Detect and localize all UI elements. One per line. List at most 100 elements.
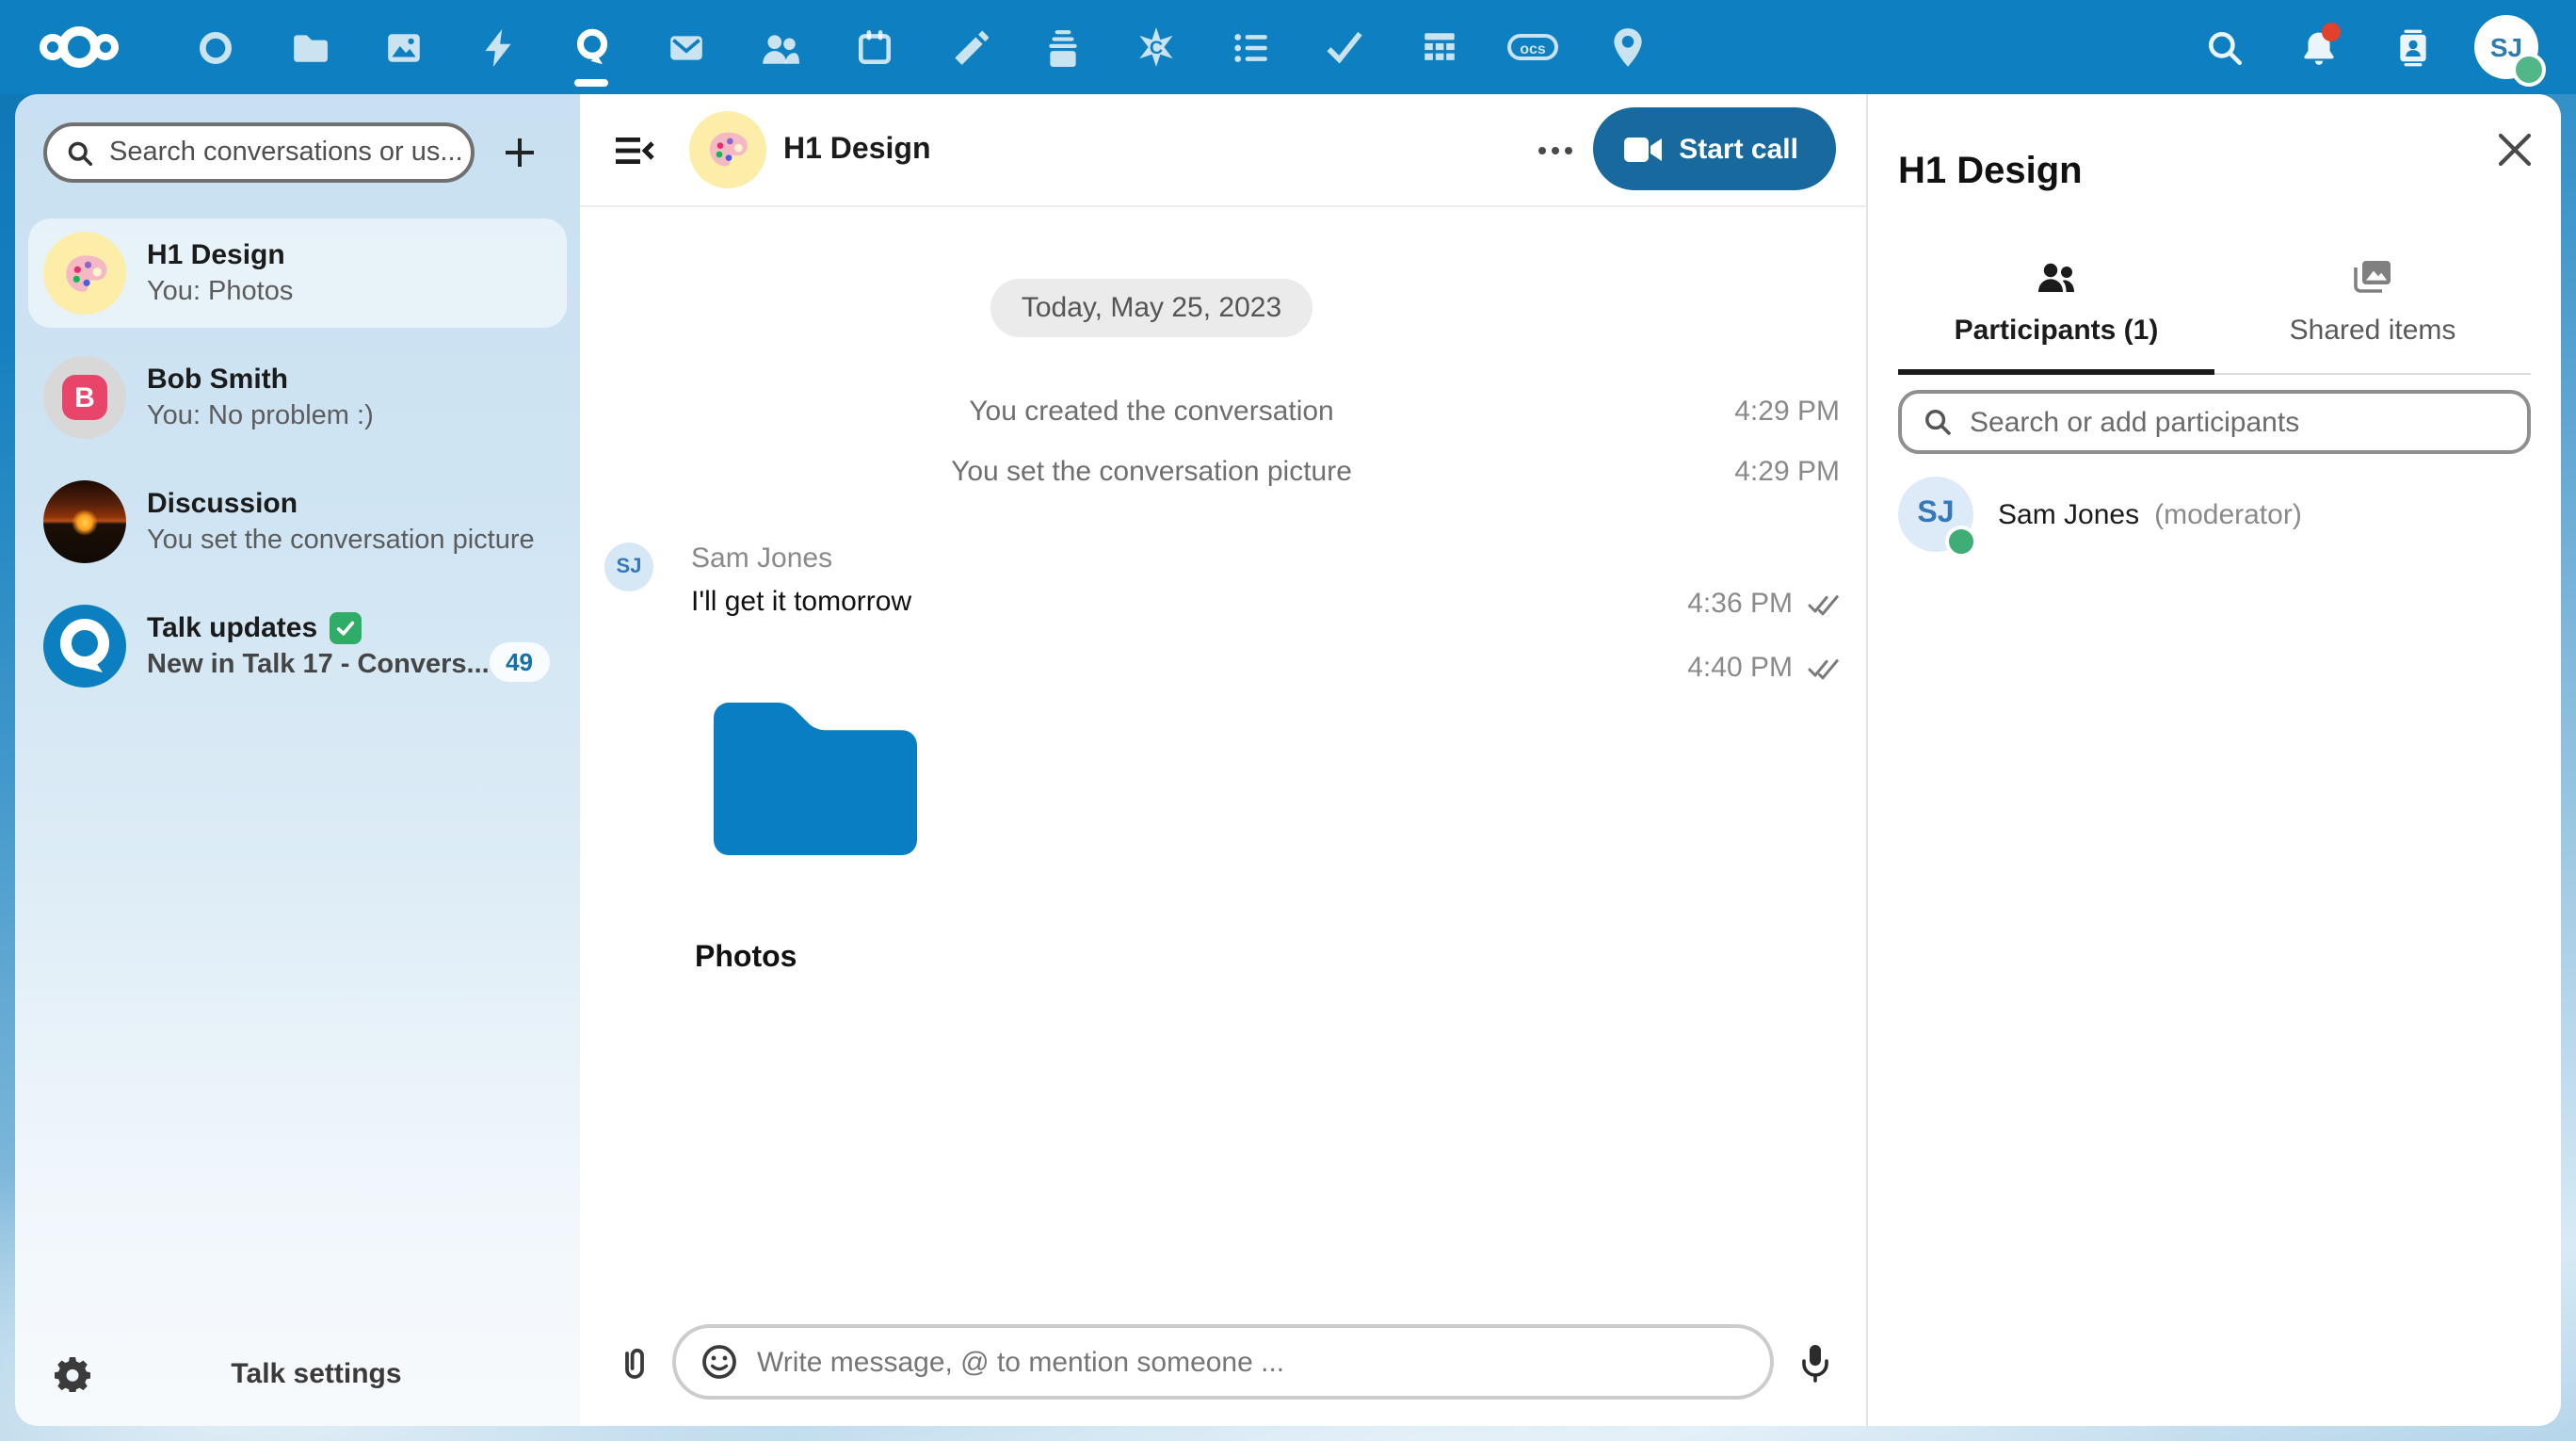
conversation-item-talk-updates[interactable]: Talk updates New in Talk 17 - Convers...… [28,591,567,701]
activity-icon[interactable] [450,0,544,94]
message-input[interactable] [740,1344,1770,1380]
participant-avatar: SJ [1898,477,1973,552]
message-time: 4:29 PM [1734,399,1840,426]
start-call-button[interactable]: Start call [1592,107,1836,190]
dashboard-icon[interactable] [168,0,262,94]
online-status-dot [2512,53,2546,87]
conversation-item-discussion[interactable]: Discussion You set the conversation pict… [28,467,567,576]
palette-avatar [43,232,126,315]
collectives-icon[interactable]: C [1109,0,1203,94]
conversation-search-input[interactable] [105,136,471,170]
calendar-icon[interactable] [827,0,921,94]
shared-folder-attachment[interactable] [706,688,917,863]
sunset-photo-avatar [43,480,126,563]
sender-avatar: SJ [604,542,653,591]
conversation-title: Discussion [147,485,567,523]
letter-b-tile-icon: B [62,375,107,420]
conversation-title: Talk updates [147,609,317,647]
participant-row[interactable]: SJ Sam Jones (moderator) [1898,477,2531,552]
details-panel-title: H1 Design [1898,147,2083,196]
bookmark-avatar: B [43,356,126,439]
search-icon [1923,407,1953,437]
system-message: You created the conversation 4:29 PM [604,392,1840,433]
sidebar-search-row [43,122,565,183]
tasks-list-icon[interactable] [1203,0,1297,94]
participants-search-input[interactable] [1966,404,2527,440]
read-receipt-icon [1808,657,1840,680]
microphone-icon[interactable] [1795,1341,1836,1383]
close-icon[interactable] [2489,124,2538,173]
tasks-check-icon[interactable] [1297,0,1392,94]
read-receipt-icon [1808,593,1840,616]
tab-shared-items[interactable]: Shared items [2214,256,2531,375]
palette-icon [704,126,751,173]
svg-text:ocs: ocs [1520,41,1546,57]
sidebar-footer: Talk settings [15,1320,580,1426]
message-input-field [672,1324,1774,1400]
top-navbar: C ocs [0,0,2576,94]
conversation-last-message: New in Talk 17 - Convers... [147,649,490,679]
conversation-last-message: You: Photos [147,276,293,306]
conversation-title: H1 Design [147,236,567,274]
participant-name: Sam Jones [1998,498,2139,530]
conversation-details-panel: H1 Design Participants (1) Shared items [1866,94,2561,1426]
new-conversation-button[interactable] [478,111,561,194]
message-text: I'll get it tomorrow [691,580,1840,625]
notes-icon[interactable] [921,0,1015,94]
maps-icon[interactable] [1580,0,1674,94]
message-time: 4:40 PM [1687,656,1793,682]
conversations-sidebar: H1 Design You: Photos B Bob Smith You: N… [15,94,580,1426]
conversation-menu-icon[interactable] [1531,126,1580,175]
conversation-last-message: You set the conversation picture [147,525,535,555]
conversation-name: H1 Design [783,94,931,205]
conversation-list: H1 Design You: Photos B Bob Smith You: N… [15,219,580,716]
conversation-title: Bob Smith [147,361,567,398]
conversation-search [43,122,475,183]
unified-search-icon[interactable] [2177,0,2271,94]
app-menu: C ocs [168,0,1674,94]
ocs-icon[interactable]: ocs [1486,0,1580,94]
message-group: SJ Sam Jones I'll get it tomorrow 4:36 P… [604,539,1840,625]
talk-bubble-icon [43,605,126,688]
mail-icon[interactable] [638,0,733,94]
video-camera-icon [1622,135,1662,163]
search-icon [66,138,94,167]
talk-icon[interactable] [544,0,638,94]
participant-role: (moderator) [2154,498,2302,530]
contacts-icon[interactable] [733,0,827,94]
talk-settings-button[interactable]: Talk settings [128,1357,580,1389]
chat-header: H1 Design Start call [580,94,1866,207]
gear-icon [54,1355,89,1391]
plus-icon [501,134,539,171]
sender-name: Sam Jones [691,539,1840,580]
deck-icon[interactable] [1015,0,1109,94]
message-composer [580,1298,1866,1426]
attachment-paperclip-icon[interactable] [612,1343,653,1384]
details-tabs: Participants (1) Shared items [1898,256,2531,375]
system-message: You set the conversation picture 4:29 PM [604,452,1840,494]
conversation-item-bob-smith[interactable]: B Bob Smith You: No problem :) [28,343,567,452]
navbar-apps: C ocs [0,0,1674,94]
notifications-bell-icon[interactable] [2271,0,2365,94]
screen: C ocs [0,0,2576,1441]
svg-text:C: C [1150,38,1163,58]
conversation-item-h1-design[interactable]: H1 Design You: Photos [28,219,567,328]
tab-participants[interactable]: Participants (1) [1898,256,2214,375]
conversation-avatar [689,111,766,188]
shared-folder-name[interactable]: Photos [695,938,797,980]
photos-icon[interactable] [356,0,450,94]
contacts-menu-icon[interactable] [2365,0,2459,94]
emoji-picker-icon[interactable] [699,1341,740,1383]
collapse-sidebar-icon[interactable] [610,126,659,175]
message-time: 4:29 PM [1734,460,1840,486]
nextcloud-logo[interactable] [30,0,128,94]
green-checkmark-icon [329,612,361,644]
files-icon[interactable] [262,0,356,94]
navbar-right: SJ [2177,0,2553,94]
user-menu[interactable]: SJ [2459,0,2553,94]
tables-icon[interactable] [1392,0,1486,94]
notification-dot [2322,23,2341,41]
folder-icon [706,688,917,863]
palette-icon [59,248,110,299]
participant-initials: SJ [1917,497,1954,531]
